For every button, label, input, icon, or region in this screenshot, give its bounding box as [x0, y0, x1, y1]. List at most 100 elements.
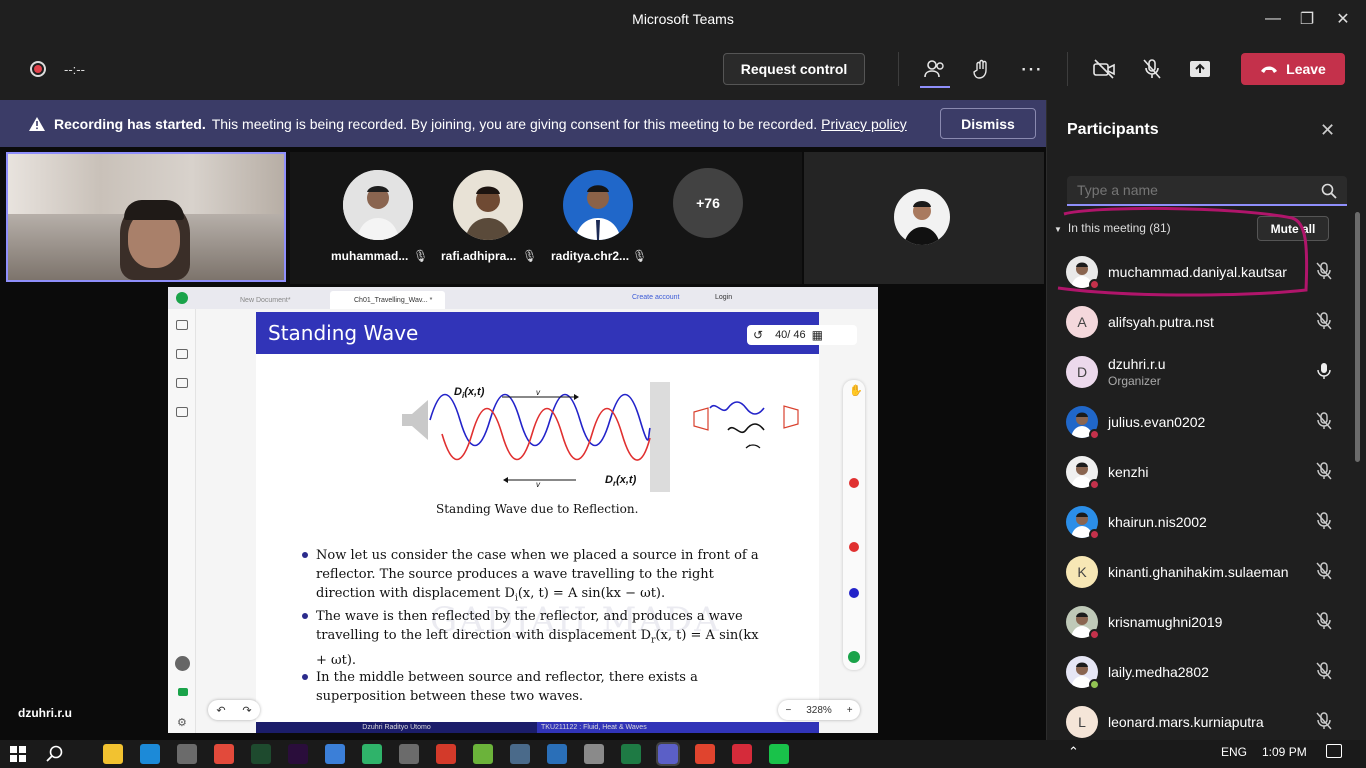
teams-icon[interactable] [656, 742, 680, 766]
redo-icon[interactable]: ↷ [242, 704, 251, 717]
presenter-name: dzuhri.r.u [18, 706, 72, 720]
participant-row[interactable]: laily.medha2802 [1066, 647, 1346, 697]
app-icon[interactable] [732, 744, 752, 764]
keyboard-icon[interactable] [176, 378, 188, 388]
undo-page-icon[interactable]: ↺ [753, 328, 763, 342]
dismiss-button[interactable]: Dismiss [940, 108, 1036, 139]
app-icon[interactable] [436, 744, 456, 764]
mic-off-icon[interactable] [1316, 512, 1332, 535]
scrollbar[interactable] [1355, 212, 1360, 462]
app-icon[interactable] [547, 744, 567, 764]
create-account-link[interactable]: Create account [632, 294, 679, 301]
mic-off-icon[interactable] [1316, 712, 1332, 735]
participant-avatar [1066, 656, 1100, 690]
participants-icon[interactable] [918, 52, 952, 86]
tab-ch01[interactable]: Ch01_Travelling_Wav... * [330, 291, 445, 309]
mic-off-icon[interactable] [1316, 662, 1332, 685]
notepad-icon[interactable] [325, 744, 345, 764]
participant-row[interactable]: khairun.nis2002 [1066, 497, 1346, 547]
history-icon[interactable] [175, 656, 190, 671]
mic-off-icon[interactable] [1316, 562, 1332, 585]
photos-icon[interactable] [510, 744, 530, 764]
request-control-button[interactable]: Request control [723, 53, 865, 85]
red-pen-icon[interactable] [849, 478, 859, 488]
grid-icon[interactable]: ▦ [812, 328, 823, 342]
privacy-policy-link[interactable]: Privacy policy [821, 116, 907, 132]
save-icon[interactable] [176, 407, 188, 417]
participant-row[interactable]: krisnamughni2019 [1066, 597, 1346, 647]
audition-icon[interactable] [251, 744, 271, 764]
mic-off-icon: 🎙︎ [413, 249, 429, 263]
more-participants-button[interactable]: +76 [673, 168, 743, 238]
zoom-controls: − 328% + [778, 700, 860, 720]
line-icon[interactable] [769, 744, 789, 764]
mic-off-icon[interactable] [1316, 262, 1332, 285]
participant-avatar[interactable] [453, 170, 523, 240]
hand-icon[interactable]: ✋ [849, 384, 863, 397]
zoom-in-icon[interactable]: + [847, 705, 853, 716]
system-tray[interactable]: ⌃ [1068, 744, 1079, 760]
search-icon[interactable] [46, 745, 64, 763]
login-link[interactable]: Login [715, 294, 732, 301]
trash-icon[interactable] [178, 688, 188, 696]
hang-up-icon [1261, 66, 1278, 73]
mic-off-icon[interactable] [1316, 612, 1332, 635]
raise-hand-icon[interactable] [966, 52, 1000, 86]
edge-icon[interactable] [140, 744, 160, 764]
participant-avatar[interactable] [563, 170, 633, 240]
search-field[interactable] [1067, 176, 1347, 206]
close-panel-icon[interactable]: ✕ [1320, 120, 1335, 141]
mic-off-icon[interactable] [1316, 462, 1332, 485]
close-window-icon[interactable]: ✕ [1320, 0, 1366, 38]
participant-row[interactable]: julius.evan0202 [1066, 397, 1346, 447]
search-input[interactable] [1067, 176, 1307, 204]
utorrent-icon[interactable] [473, 744, 493, 764]
leave-button[interactable]: Leave [1241, 53, 1345, 85]
color-picker-icon[interactable] [848, 651, 860, 663]
participant-row[interactable]: kenzhi [1066, 447, 1346, 497]
search-icon [1321, 183, 1337, 199]
page-indicator[interactable]: ↺ 40/ 46 ▦ [747, 325, 857, 345]
participant-name: krisnamughni2019 [1108, 614, 1223, 630]
chrome-icon[interactable] [214, 744, 234, 764]
participant-avatar[interactable] [894, 189, 950, 245]
meeting-timer: --:-- [64, 62, 85, 77]
pdf-icon[interactable] [695, 744, 715, 764]
mic-on-icon[interactable] [1316, 362, 1332, 385]
participant-row[interactable]: Ddzuhri.r.u Organizer [1066, 347, 1346, 397]
annotation-black-wave [727, 423, 765, 434]
red-pen-icon[interactable] [849, 542, 859, 552]
settings-icon[interactable] [399, 744, 419, 764]
participant-avatar[interactable] [343, 170, 413, 240]
tab-new-document[interactable]: New Document* [220, 293, 328, 307]
file-icon[interactable] [584, 744, 604, 764]
notifications-icon[interactable] [1326, 744, 1342, 758]
camera-off-icon[interactable] [1087, 52, 1121, 86]
file-explorer-icon[interactable] [103, 744, 123, 764]
windows-start-icon[interactable] [10, 746, 26, 762]
participant-avatar: L [1066, 706, 1098, 738]
premiere-icon[interactable] [288, 744, 308, 764]
zoom-out-icon[interactable]: − [785, 705, 791, 716]
panel-title: Participants [1067, 121, 1159, 138]
blue-pen-icon[interactable] [849, 588, 859, 598]
share-tray-icon[interactable] [1183, 52, 1217, 86]
clock[interactable]: 1:09 PM [1262, 745, 1307, 759]
mic-off-icon[interactable] [1135, 52, 1169, 86]
participant-row[interactable]: Kkinanti.ghanihakim.sulaeman [1066, 547, 1346, 597]
binoculars-icon[interactable] [176, 349, 188, 359]
status-dot [1089, 529, 1100, 540]
settings-icon[interactable]: ⚙ [177, 716, 187, 729]
language-indicator[interactable]: ENG [1221, 745, 1247, 759]
undo-icon[interactable]: ↶ [216, 704, 225, 717]
media-icon[interactable] [362, 744, 382, 764]
excel-icon[interactable] [621, 744, 641, 764]
participant-row[interactable]: Aalifsyah.putra.nst [1066, 297, 1346, 347]
more-options-icon[interactable]: ⋯ [1014, 52, 1048, 86]
recording-banner: Recording has started. This meeting is b… [0, 100, 1046, 147]
mic-off-icon[interactable] [1316, 312, 1332, 335]
mic-off-icon[interactable] [1316, 412, 1332, 435]
store-icon[interactable] [177, 744, 197, 764]
zoom-level: 328% [806, 704, 832, 716]
pages-icon[interactable] [176, 320, 188, 330]
